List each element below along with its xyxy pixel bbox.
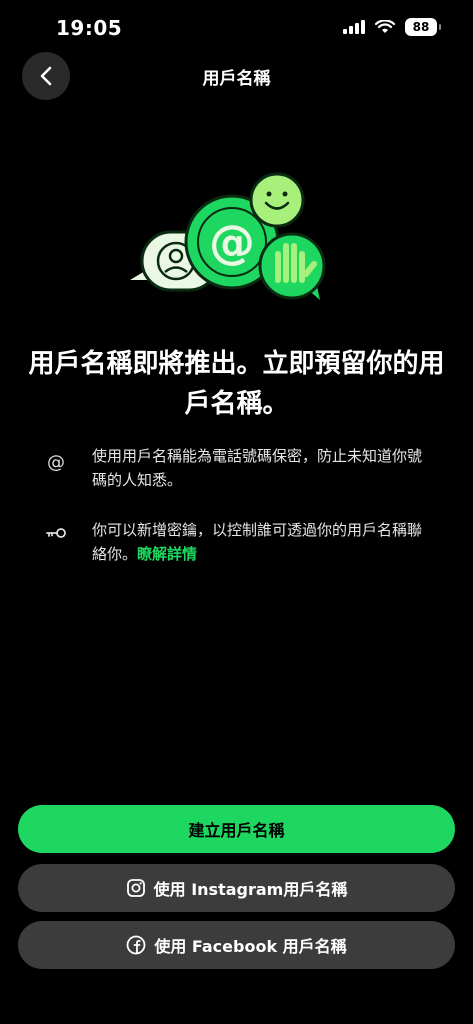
page-title: 用戶名稱	[202, 69, 271, 89]
cellular-signal-icon	[343, 20, 365, 34]
username-illustration: @	[130, 172, 326, 300]
info-row-privacy: @ 使用用戶名稱能為電話號碼保密，防止未知道你號碼的人知悉。	[40, 444, 440, 492]
status-time: 19:05	[56, 16, 123, 40]
battery-indicator: 88	[405, 18, 441, 36]
headline: 用戶名稱即將推出。立即預留你的用戶名稱。	[28, 349, 445, 419]
smiley-bubble-icon	[249, 172, 305, 228]
key-icon	[40, 518, 72, 566]
svg-text:@: @	[209, 215, 255, 269]
instagram-username-button[interactable]: 使用 Instagram用戶名稱	[18, 864, 455, 912]
instagram-icon	[126, 879, 145, 897]
facebook-username-button[interactable]: 使用 Facebook 用戶名稱	[18, 921, 455, 969]
facebook-icon	[126, 935, 146, 955]
instagram-button-label: 使用 Instagram用戶名稱	[153, 880, 348, 899]
info-text-privacy: 使用用戶名稱能為電話號碼保密，防止未知道你號碼的人知悉。	[92, 447, 423, 489]
learn-more-link[interactable]: 瞭解詳情	[137, 545, 197, 563]
header: 用戶名稱	[0, 50, 473, 102]
hand-bubble-icon	[258, 232, 326, 300]
facebook-button-label: 使用 Facebook 用戶名稱	[154, 937, 347, 956]
at-icon: @	[47, 452, 65, 473]
create-username-button[interactable]: 建立用戶名稱	[18, 805, 455, 853]
info-row-key: 你可以新增密鑰，以控制誰可透過你的用戶名稱聯絡你。瞭解詳情	[40, 518, 440, 566]
info-text-key: 你可以新增密鑰，以控制誰可透過你的用戶名稱聯絡你。瞭解詳情	[92, 518, 432, 566]
status-icons: 88	[343, 18, 441, 36]
wifi-icon	[375, 20, 395, 33]
status-bar: 19:05 88	[0, 0, 473, 56]
